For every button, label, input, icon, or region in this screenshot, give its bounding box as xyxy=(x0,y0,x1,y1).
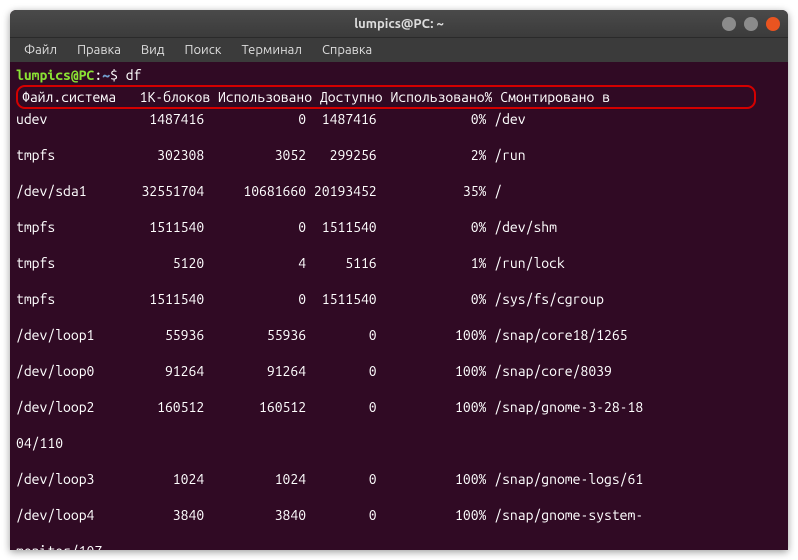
command-text: df xyxy=(126,67,142,83)
df-row: /dev/loop2 160512 160512 0 100% /snap/gn… xyxy=(16,398,782,416)
menu-help[interactable]: Справка xyxy=(314,41,380,59)
prompt-userhost: lumpics@PC xyxy=(16,67,94,83)
window-controls xyxy=(722,17,780,31)
menu-view[interactable]: Вид xyxy=(133,41,173,59)
df-row: 04/110 xyxy=(16,434,782,452)
df-header-highlight: Файл.система 1K-блоков Использовано Дост… xyxy=(16,85,756,109)
menubar: Файл Правка Вид Поиск Терминал Справка xyxy=(10,38,788,62)
df-row: tmpfs 1511540 0 1511540 0% /dev/shm xyxy=(16,218,782,236)
menu-edit[interactable]: Правка xyxy=(69,41,129,59)
df-row: /dev/sda1 32551704 10681660 20193452 35%… xyxy=(16,182,782,200)
window-title: lumpics@PC: ~ xyxy=(354,17,444,31)
df-row: tmpfs 302308 3052 299256 2% /run xyxy=(16,146,782,164)
df-row: monitor/107 xyxy=(16,542,782,550)
terminal-window: lumpics@PC: ~ Файл Правка Вид Поиск Терм… xyxy=(10,10,788,550)
menu-terminal[interactable]: Терминал xyxy=(233,41,309,59)
df-row: udev 1487416 0 1487416 0% /dev xyxy=(16,110,782,128)
prompt-dollar: $ xyxy=(110,67,118,83)
df-row: /dev/loop0 91264 91264 0 100% /snap/core… xyxy=(16,362,782,380)
prompt-line: lumpics@PC:~$ df xyxy=(16,66,782,84)
df-header: Файл.система 1K-блоков Использовано Дост… xyxy=(22,89,610,105)
maximize-button[interactable] xyxy=(744,17,758,31)
titlebar[interactable]: lumpics@PC: ~ xyxy=(10,10,788,38)
df-row: tmpfs 5120 4 5116 1% /run/lock xyxy=(16,254,782,272)
prompt-path: ~ xyxy=(102,67,110,83)
df-row: /dev/loop1 55936 55936 0 100% /snap/core… xyxy=(16,326,782,344)
df-row: /dev/loop4 3840 3840 0 100% /snap/gnome-… xyxy=(16,506,782,524)
close-button[interactable] xyxy=(766,17,780,31)
menu-file[interactable]: Файл xyxy=(16,41,65,59)
minimize-button[interactable] xyxy=(722,17,736,31)
menu-search[interactable]: Поиск xyxy=(176,41,229,59)
df-row: tmpfs 1511540 0 1511540 0% /sys/fs/cgrou… xyxy=(16,290,782,308)
df-row: /dev/loop3 1024 1024 0 100% /snap/gnome-… xyxy=(16,470,782,488)
terminal-viewport[interactable]: lumpics@PC:~$ df Файл.система 1K-блоков И… xyxy=(10,62,788,550)
